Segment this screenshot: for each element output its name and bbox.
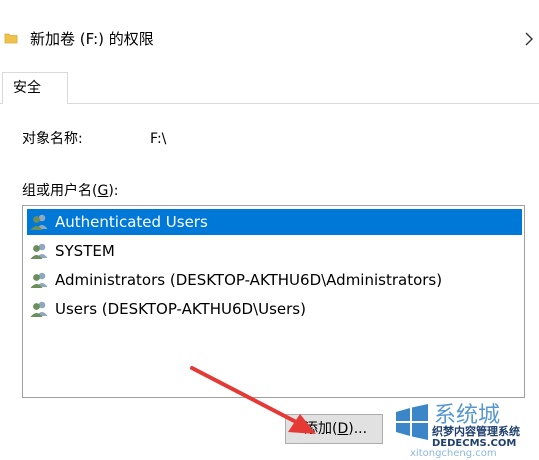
title-bar: 新加卷 (F:) 的权限 (0, 0, 539, 66)
tab-security-label: 安全 (13, 80, 41, 96)
add-button-label-hotkey: D (337, 421, 349, 437)
tab-strip (0, 66, 539, 104)
chevron-right-icon[interactable] (524, 31, 534, 47)
list-item-administrators[interactable]: Administrators (DESKTOP-AKTHU6D\Administ… (27, 267, 522, 293)
list-item-system[interactable]: SYSTEM (27, 238, 522, 264)
group-user-label-hotkey: G (97, 183, 109, 199)
list-item-label: Administrators (DESKTOP-AKTHU6D\Administ… (55, 271, 443, 289)
folder-icon (4, 33, 18, 44)
watermark-brand-bottom: xitongcheng.com (410, 448, 497, 459)
user-group-icon (30, 272, 48, 288)
permissions-dialog: 新加卷 (F:) 的权限 安全 对象名称: F:\ 组或用户名(G): Auth… (0, 0, 539, 460)
group-user-label: 组或用户名(G): (22, 182, 119, 200)
group-user-label-prefix: 组或用户名( (22, 183, 98, 199)
group-user-label-suffix: ): (108, 183, 119, 199)
user-group-icon (30, 214, 48, 230)
user-group-icon (30, 243, 48, 259)
red-arrow-icon (190, 366, 316, 434)
list-item-authenticated-users[interactable]: Authenticated Users (27, 209, 522, 235)
list-item-label: Users (DESKTOP-AKTHU6D\Users) (55, 300, 306, 318)
list-item-users[interactable]: Users (DESKTOP-AKTHU6D\Users) (27, 296, 522, 322)
object-name-label: 对象名称: (22, 131, 83, 147)
user-group-icon (30, 301, 48, 317)
list-item-label: Authenticated Users (55, 213, 208, 231)
object-name-value: F:\ (150, 131, 167, 147)
window-title: 新加卷 (F:) 的权限 (30, 30, 154, 48)
windows-logo-icon (396, 404, 428, 440)
list-item-label: SYSTEM (55, 242, 115, 260)
tab-security[interactable]: 安全 (2, 72, 68, 104)
add-button-label-suffix: )... (348, 421, 368, 437)
watermark-brand-cn: 织梦内容管理系统 (432, 425, 520, 438)
